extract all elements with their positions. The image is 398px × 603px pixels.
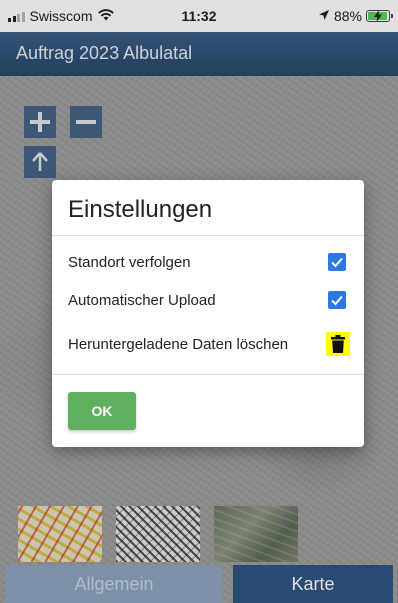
ok-button[interactable]: OK — [68, 392, 136, 430]
setting-delete-downloaded-data: Heruntergeladene Daten löschen — [68, 332, 352, 356]
trash-icon — [331, 335, 345, 353]
divider — [52, 235, 364, 236]
setting-follow-location[interactable]: Standort verfolgen — [68, 250, 352, 274]
setting-label: Heruntergeladene Daten löschen — [68, 335, 289, 353]
auto-upload-checkbox[interactable] — [328, 291, 346, 309]
divider — [52, 374, 364, 375]
setting-auto-upload[interactable]: Automatischer Upload — [68, 288, 352, 312]
dialog-title: Einstellungen — [68, 196, 213, 223]
settings-dialog: Einstellungen Standort verfolgen Automat… — [52, 180, 364, 447]
setting-label: Standort verfolgen — [68, 253, 191, 271]
checkmark-icon — [331, 257, 343, 268]
setting-label: Automatischer Upload — [68, 291, 216, 309]
checkmark-icon — [331, 295, 343, 306]
follow-location-checkbox[interactable] — [328, 253, 346, 271]
delete-data-button[interactable] — [326, 332, 350, 356]
